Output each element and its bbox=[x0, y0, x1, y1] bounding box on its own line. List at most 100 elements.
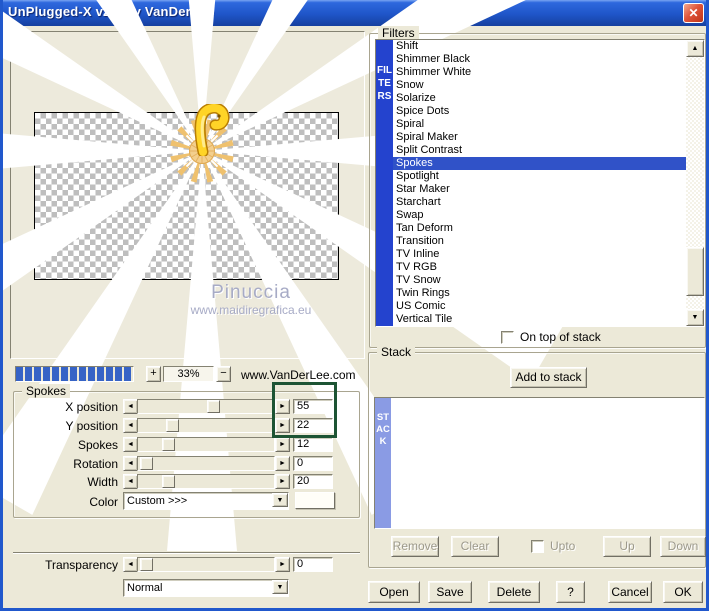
rotation-value[interactable]: 0 bbox=[293, 456, 333, 471]
zoom-out-button[interactable]: − bbox=[216, 366, 231, 382]
filter-list-item[interactable]: TV Snow bbox=[393, 274, 704, 287]
filter-list-item[interactable]: Spotlight bbox=[393, 170, 704, 183]
filter-list-item[interactable]: Starchart bbox=[393, 196, 704, 209]
stack-listbox[interactable]: STACK bbox=[374, 397, 705, 529]
upto-row: Upto bbox=[531, 539, 575, 553]
transparency-increase-icon[interactable]: ► bbox=[275, 557, 290, 572]
transparency-decrease-icon[interactable]: ◄ bbox=[123, 557, 138, 572]
progress-bar bbox=[15, 366, 134, 382]
watermark-url: www.maidiregrafica.eu bbox=[111, 303, 391, 317]
filter-list-item[interactable]: Star Maker bbox=[393, 183, 704, 196]
filter-list[interactable]: ShiftShimmer BlackShimmer WhiteSnowSolar… bbox=[393, 40, 704, 326]
rotation-label: Rotation bbox=[15, 457, 118, 471]
y-position-increase-icon[interactable]: ► bbox=[275, 418, 290, 433]
spokes-label: Spokes bbox=[15, 438, 118, 452]
preview-image[interactable] bbox=[34, 112, 339, 280]
spokes-slider[interactable] bbox=[137, 437, 275, 452]
color-dropdown-arrow-icon[interactable]: ▼ bbox=[272, 493, 288, 507]
x-position-decrease-icon[interactable]: ◄ bbox=[123, 399, 138, 414]
transparency-slider[interactable] bbox=[137, 557, 275, 572]
width-slider[interactable] bbox=[137, 474, 275, 489]
y-position-thumb[interactable] bbox=[166, 419, 179, 432]
width-increase-icon[interactable]: ► bbox=[275, 474, 290, 489]
upto-checkbox[interactable] bbox=[531, 540, 544, 553]
rotation-decrease-icon[interactable]: ◄ bbox=[123, 456, 138, 471]
color-dropdown[interactable]: Custom >>> ▼ bbox=[123, 492, 289, 510]
vendor-link[interactable]: www.VanDerLee.com bbox=[241, 368, 356, 382]
delete-button[interactable]: Delete bbox=[488, 581, 540, 603]
param-row-rotation: Rotation ◄ ► 0 bbox=[15, 456, 335, 472]
filters-group-label: Filters bbox=[378, 26, 419, 40]
filter-list-item[interactable]: Tan Deform bbox=[393, 222, 704, 235]
scrollbar-thumb[interactable] bbox=[686, 247, 704, 296]
param-row-transparency: Transparency ◄ ► 0 bbox=[15, 557, 335, 573]
on-top-of-stack-checkbox[interactable] bbox=[501, 331, 514, 344]
close-icon[interactable]: ✕ bbox=[683, 3, 704, 23]
filter-list-item[interactable]: Spice Dots bbox=[393, 105, 704, 118]
y-position-value[interactable]: 22 bbox=[293, 418, 333, 433]
filter-list-item[interactable]: Twin Rings bbox=[393, 287, 704, 300]
x-position-thumb[interactable] bbox=[207, 400, 220, 413]
color-label: Color bbox=[15, 495, 118, 509]
cancel-button[interactable]: Cancel bbox=[608, 581, 652, 603]
blend-mode-value[interactable]: Normal bbox=[123, 579, 289, 597]
transparency-value[interactable]: 0 bbox=[293, 557, 333, 572]
custom-color-swatch[interactable] bbox=[295, 492, 335, 509]
scroll-down-icon[interactable]: ▼ bbox=[686, 309, 704, 326]
add-to-stack-button[interactable]: Add to stack bbox=[510, 367, 587, 388]
help-button[interactable]: ? bbox=[556, 581, 585, 603]
save-button[interactable]: Save bbox=[428, 581, 472, 603]
filter-list-item[interactable]: Spiral Maker bbox=[393, 131, 704, 144]
spokes-group-label: Spokes bbox=[22, 384, 70, 398]
y-position-decrease-icon[interactable]: ◄ bbox=[123, 418, 138, 433]
x-position-label: X position bbox=[15, 400, 118, 414]
rotation-slider[interactable] bbox=[137, 456, 275, 471]
stack-strip-label: STACK bbox=[375, 412, 391, 448]
spokes-thumb[interactable] bbox=[162, 438, 175, 451]
x-position-slider[interactable] bbox=[137, 399, 275, 414]
down-button[interactable]: Down bbox=[660, 536, 706, 557]
filter-list-item[interactable]: Snow bbox=[393, 79, 704, 92]
width-decrease-icon[interactable]: ◄ bbox=[123, 474, 138, 489]
rotation-increase-icon[interactable]: ► bbox=[275, 456, 290, 471]
width-value[interactable]: 20 bbox=[293, 474, 333, 489]
divider-line bbox=[13, 552, 360, 554]
color-dropdown-value[interactable]: Custom >>> bbox=[123, 492, 289, 510]
transparency-thumb[interactable] bbox=[140, 558, 153, 571]
filter-list-item[interactable]: Solarize bbox=[393, 92, 704, 105]
filter-list-item[interactable]: Transition bbox=[393, 235, 704, 248]
open-button[interactable]: Open bbox=[368, 581, 420, 603]
filter-list-item[interactable]: TV Inline bbox=[393, 248, 704, 261]
filter-list-item[interactable]: Spokes bbox=[393, 157, 704, 170]
x-position-value[interactable]: 55 bbox=[293, 399, 333, 414]
x-position-increase-icon[interactable]: ► bbox=[275, 399, 290, 414]
clear-button[interactable]: Clear bbox=[451, 536, 499, 557]
filter-list-item[interactable]: Shimmer White bbox=[393, 66, 704, 79]
filter-list-item[interactable]: Shift bbox=[393, 40, 704, 53]
filter-list-item[interactable]: Vertical Tile bbox=[393, 313, 704, 326]
spokes-increase-icon[interactable]: ► bbox=[275, 437, 290, 452]
rotation-thumb[interactable] bbox=[140, 457, 153, 470]
filter-list-item[interactable]: US Comic bbox=[393, 300, 704, 313]
remove-button[interactable]: Remove bbox=[391, 536, 439, 557]
filter-list-item[interactable]: Spiral bbox=[393, 118, 704, 131]
y-position-slider[interactable] bbox=[137, 418, 275, 433]
blend-mode-dropdown[interactable]: Normal ▼ bbox=[123, 579, 289, 597]
param-row-x-position: X position ◄ ► 55 bbox=[15, 399, 335, 415]
on-top-of-stack-label: On top of stack bbox=[520, 330, 601, 344]
filter-list-item[interactable]: Split Contrast bbox=[393, 144, 704, 157]
spokes-decrease-icon[interactable]: ◄ bbox=[123, 437, 138, 452]
blend-mode-dropdown-arrow-icon[interactable]: ▼ bbox=[272, 580, 288, 594]
ok-button[interactable]: OK bbox=[663, 581, 703, 603]
stack-list-empty-area[interactable] bbox=[391, 398, 704, 528]
filter-list-item[interactable]: Shimmer Black bbox=[393, 53, 704, 66]
filter-list-item[interactable]: TV RGB bbox=[393, 261, 704, 274]
scroll-up-icon[interactable]: ▲ bbox=[686, 40, 704, 57]
filters-scrollbar[interactable]: ▲ ▼ bbox=[686, 40, 704, 326]
spokes-value[interactable]: 12 bbox=[293, 437, 333, 452]
width-thumb[interactable] bbox=[162, 475, 175, 488]
up-button[interactable]: Up bbox=[603, 536, 651, 557]
param-row-y-position: Y position ◄ ► 22 bbox=[15, 418, 335, 434]
filter-list-item[interactable]: Swap bbox=[393, 209, 704, 222]
zoom-in-button[interactable]: + bbox=[146, 366, 161, 382]
